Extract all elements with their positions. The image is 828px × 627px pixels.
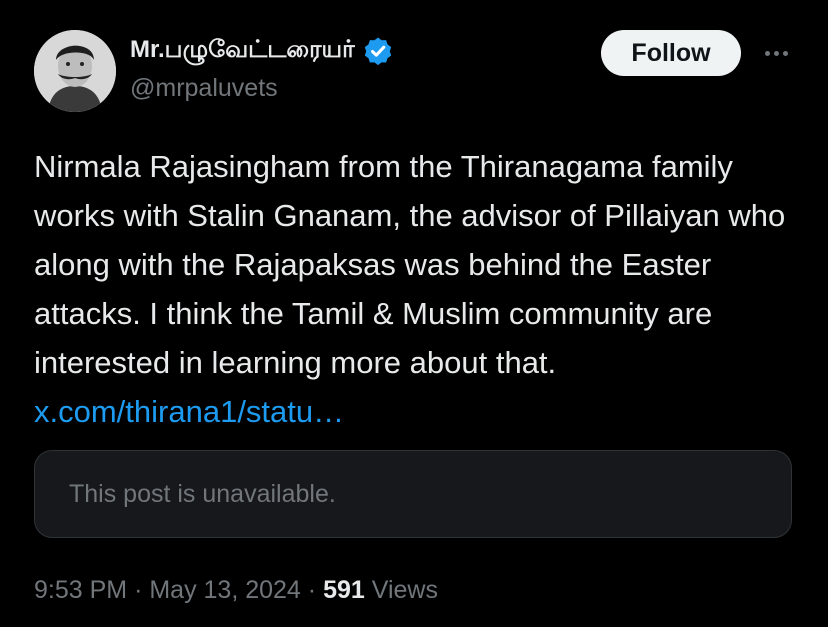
tweet-metadata: 9:53 PM · May 13, 2024 · 591 Views [34,576,438,605]
tweet-time[interactable]: 9:53 PM [34,576,127,604]
views-count: 591 [323,576,365,604]
display-name-row[interactable]: Mr.பழுவேட்டரையர் [130,36,393,66]
meta-separator: · [307,576,317,604]
tweet-text: Nirmala Rajasingham from the Thiranagama… [34,142,804,436]
tweet-body: Nirmala Rajasingham from the Thiranagama… [34,149,786,380]
verified-badge-icon [363,36,393,66]
more-options-icon[interactable] [758,40,794,66]
avatar-portrait [34,30,116,112]
user-handle[interactable]: @mrpaluvets [130,74,278,103]
meta-separator: · [134,576,143,604]
views-label: Views [371,576,438,604]
unavailable-post-text: This post is unavailable. [69,479,336,508]
display-name[interactable]: Mr.பழுவேட்டரையர் [130,36,355,66]
quoted-post-card[interactable]: This post is unavailable. [34,450,792,538]
follow-button[interactable]: Follow [601,30,741,76]
tweet-date[interactable]: May 13, 2024 [149,576,301,604]
tweet-link[interactable]: x.com/thirana1/statu… [34,394,344,429]
avatar[interactable] [34,30,116,112]
